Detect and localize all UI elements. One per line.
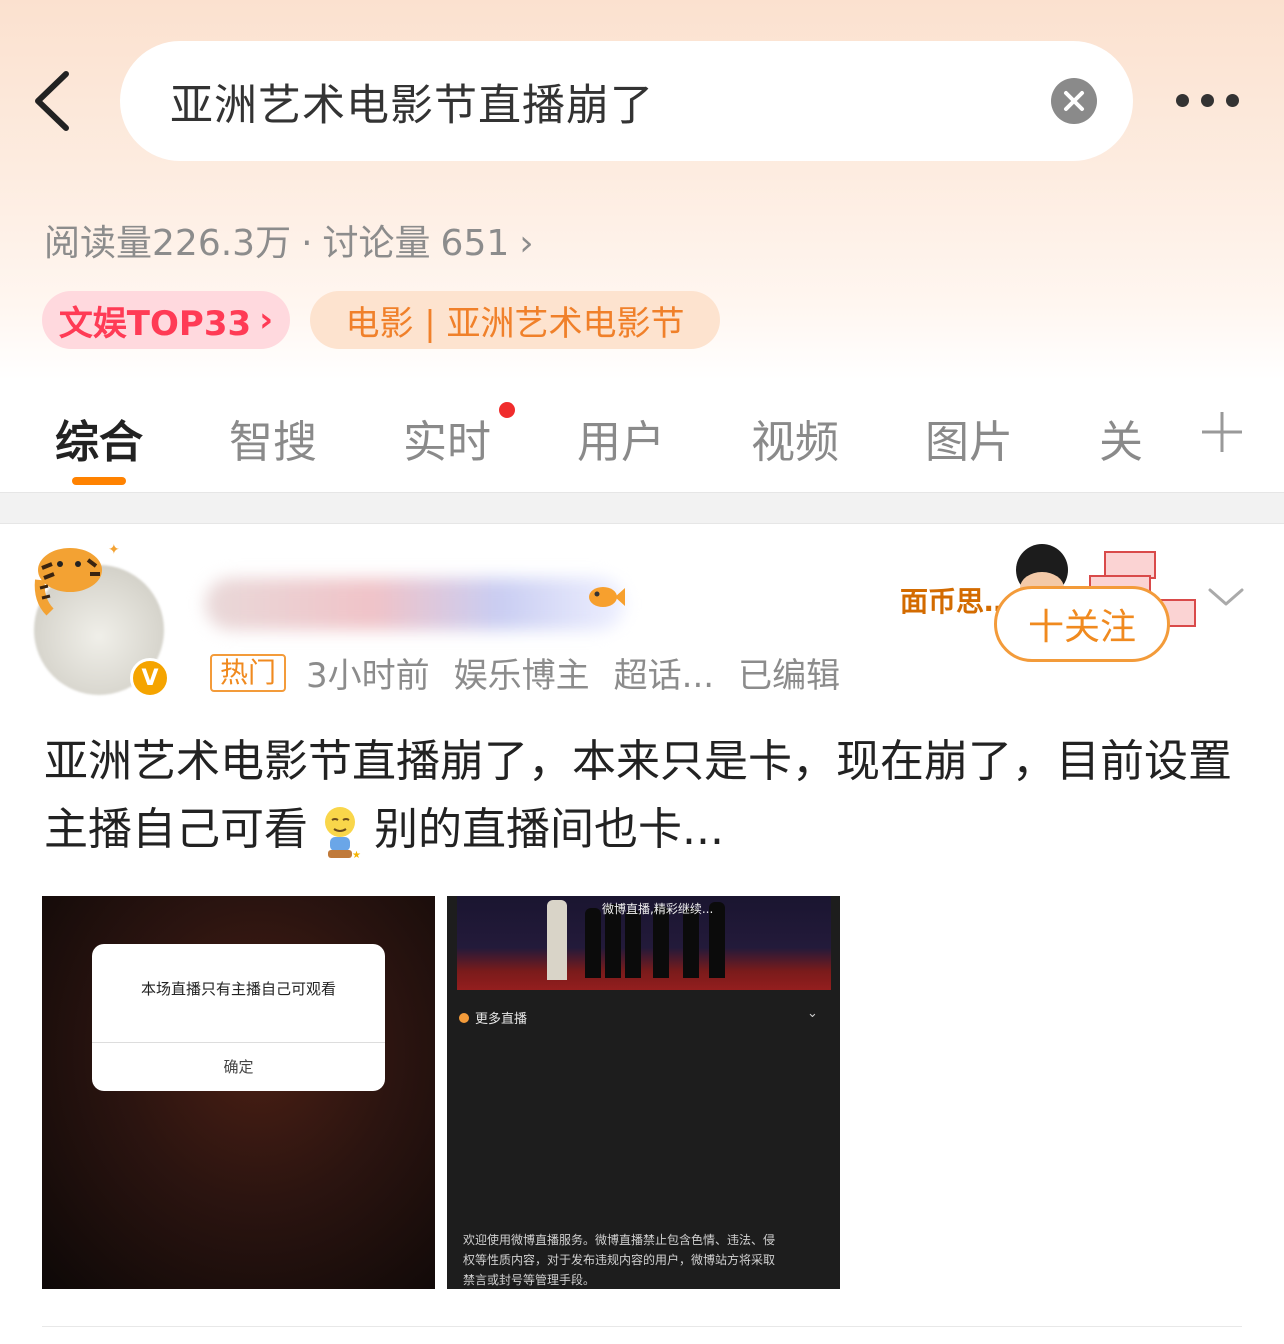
topic-stats[interactable]: 阅读量226.3万 · 讨论量 651 ›: [44, 214, 534, 266]
back-button[interactable]: [26, 66, 86, 136]
search-query-text: 亚洲艺术电影节直播崩了: [170, 81, 654, 131]
post-image-1[interactable]: 本场直播只有主播自己可观看 确定: [42, 896, 435, 1289]
hot-badge: 热门: [210, 653, 287, 692]
sweating-emoji-icon: ★: [325, 807, 361, 860]
post-image-2[interactable]: 微博直播,精彩继续... 更多直播 ⌄ 欢迎使用微博直播服务。微博直播禁止包含色…: [447, 896, 840, 1289]
more-dots-icon: [1176, 94, 1189, 107]
category-tag-label: 电影 | 亚洲艺术电影节: [345, 303, 685, 344]
new-content-dot: [499, 402, 515, 418]
dialog-message: 本场直播只有主播自己可观看: [140, 980, 336, 998]
person-figure: [625, 910, 641, 978]
clear-search-button[interactable]: [1051, 78, 1097, 124]
person-figure: [683, 908, 699, 978]
tab-images[interactable]: 图片: [925, 406, 1013, 470]
svg-text:✦: ✦: [108, 542, 120, 558]
live-restricted-dialog: 本场直播只有主播自己可观看 确定: [92, 944, 385, 1091]
author-name-obscured[interactable]: [205, 578, 625, 630]
more-live-label: 更多直播: [475, 1012, 528, 1027]
tab-fade-overlay: [1140, 390, 1190, 492]
reads-value: 226.3万: [152, 223, 292, 264]
tab-realtime[interactable]: 实时: [403, 406, 491, 470]
post-time: 3小时前: [306, 656, 430, 696]
chevron-down-icon: [1208, 588, 1244, 606]
chevron-left-icon: [35, 71, 69, 131]
stage-caption: 微博直播,精彩继续...: [602, 902, 714, 916]
reads-label: 阅读量: [44, 223, 153, 264]
post-body[interactable]: 亚洲艺术电影节直播崩了，本来只是卡，现在崩了，目前设置主播自己可看 ★ 别的直播…: [44, 728, 1244, 864]
more-options-button[interactable]: [1168, 82, 1248, 118]
active-tab-indicator: [72, 477, 126, 485]
discuss-value: 651: [440, 223, 510, 264]
svg-text:★: ★: [352, 850, 361, 860]
chevron-down-icon: ⌄: [807, 1006, 818, 1021]
live-service-notice: 欢迎使用微博直播服务。微博直播禁止包含色情、违法、侵权等性质内容，对于发布违规内…: [463, 1233, 776, 1287]
tab-bar: 综合 智搜 实时 用户 视频 图片 关: [0, 390, 1284, 492]
tab-comprehensive[interactable]: 综合: [55, 406, 143, 470]
post-meta: 热门 3小时前 娱乐博主 超话... 已编辑: [210, 648, 840, 697]
chevron-right-icon: ›: [519, 223, 534, 264]
post-options-button[interactable]: [1206, 582, 1246, 612]
person-figure: [585, 908, 601, 978]
dialog-divider: [92, 1042, 385, 1043]
tab-related[interactable]: 关: [1099, 406, 1143, 470]
search-input[interactable]: 亚洲艺术电影节直播崩了: [120, 41, 1133, 161]
add-tab-button[interactable]: [1200, 410, 1244, 454]
super-topic-link[interactable]: 超话...: [614, 648, 714, 697]
post-bottom-divider: [42, 1326, 1242, 1327]
tiger-avatar-frame-icon: ✦: [34, 542, 120, 616]
live-stage-preview: 微博直播,精彩继续...: [457, 896, 831, 990]
follow-button[interactable]: 十关注: [994, 586, 1170, 662]
tab-smart-search[interactable]: 智搜: [229, 406, 317, 470]
tab-videos[interactable]: 视频: [751, 406, 839, 470]
dialog-confirm-button: 确定: [223, 1058, 254, 1076]
fish-badge-icon: [589, 587, 625, 607]
person-figure: [547, 900, 567, 980]
section-divider: [0, 492, 1284, 524]
edited-label: 已编辑: [738, 656, 841, 696]
stats-separator: ·: [301, 223, 313, 264]
chevron-right-icon: ›: [259, 300, 274, 340]
tab-users[interactable]: 用户: [577, 406, 665, 470]
close-icon: [1064, 91, 1084, 111]
discuss-label: 讨论量: [322, 223, 431, 264]
category-tag[interactable]: 电影 | 亚洲艺术电影节: [310, 291, 720, 349]
more-live-row: 更多直播: [459, 1008, 527, 1027]
verified-badge-icon: V: [130, 658, 170, 698]
author-type: 娱乐博主: [453, 656, 590, 696]
rank-tag-label: 文娱TOP33: [58, 303, 252, 344]
post-text-part2: 别的直播间也卡...: [374, 804, 724, 855]
rank-tag[interactable]: 文娱TOP33 ›: [42, 291, 290, 349]
planet-icon: [459, 1013, 469, 1023]
plus-icon: [1202, 412, 1242, 452]
